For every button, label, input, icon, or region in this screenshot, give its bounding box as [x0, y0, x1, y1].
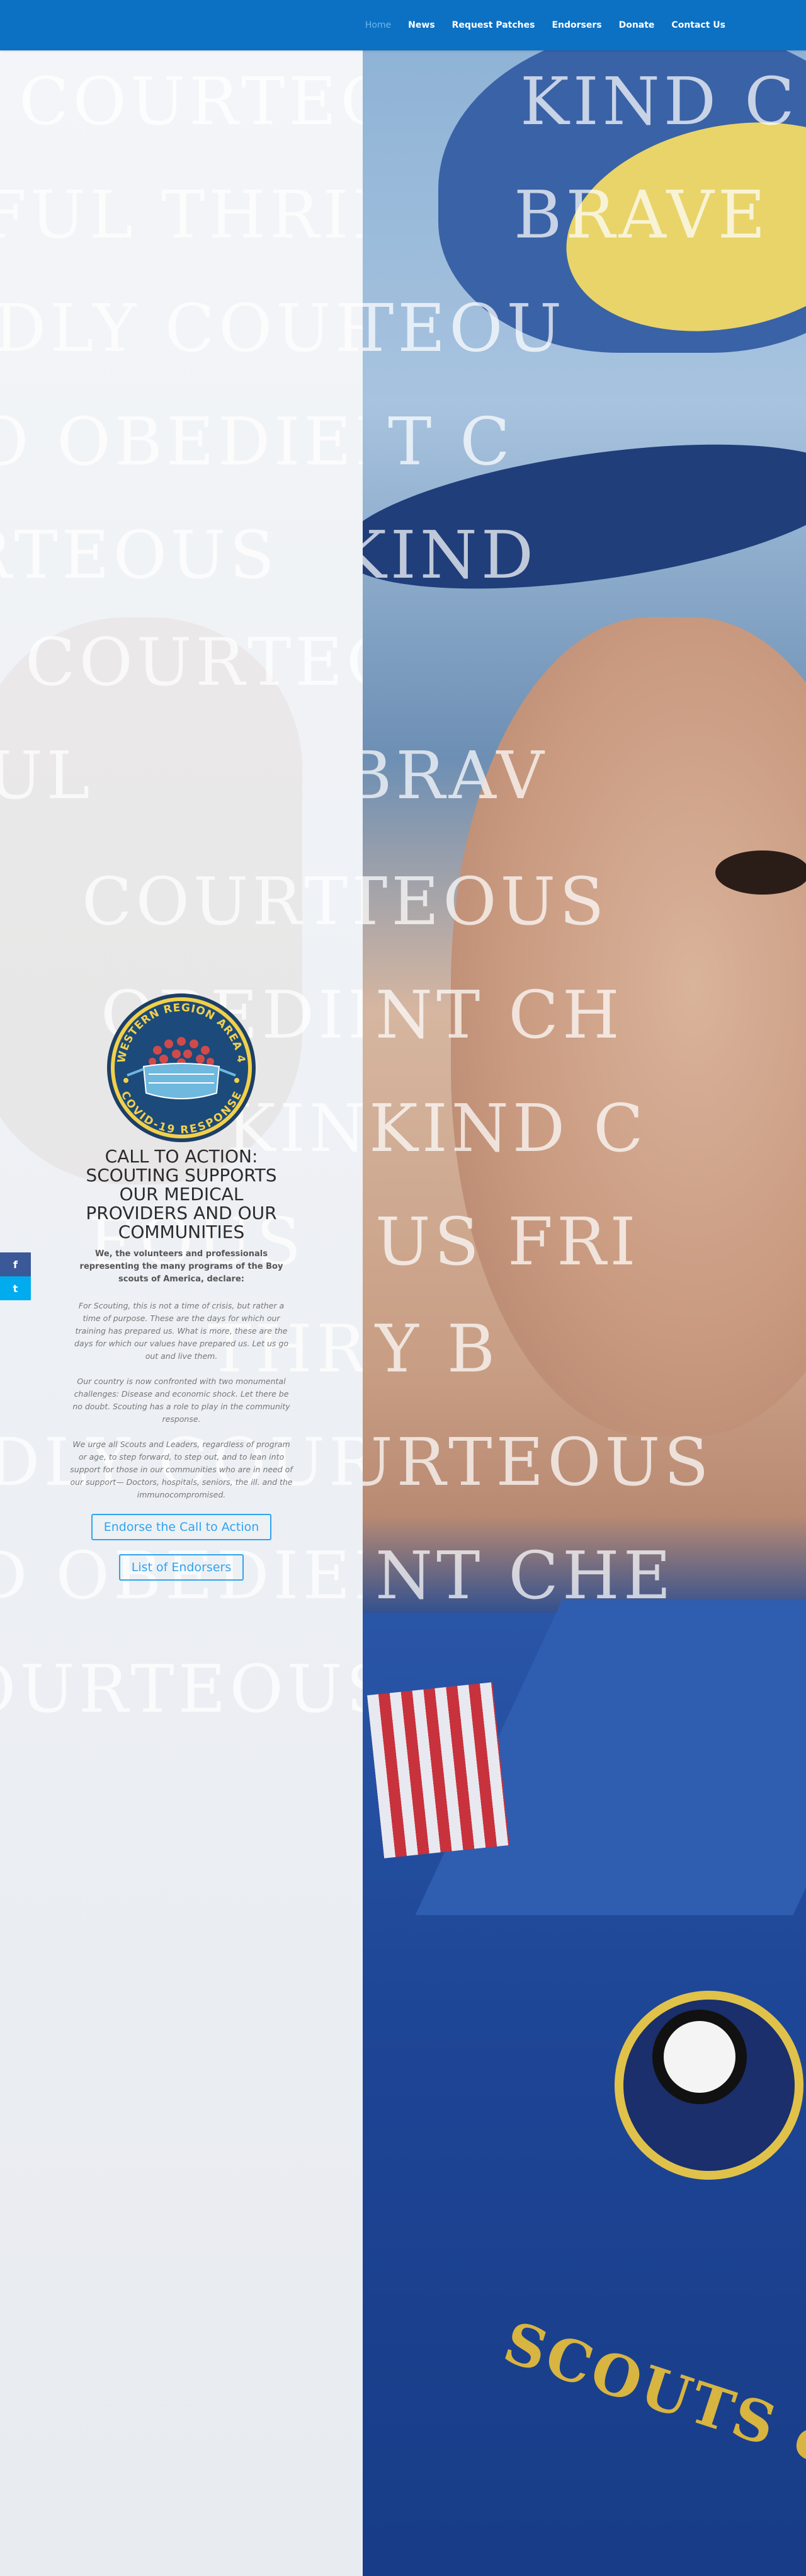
background-word: KIND C — [369, 1090, 647, 1167]
background-word: COURTEOUS — [19, 63, 363, 140]
background-word: BRAVE — [514, 176, 769, 253]
panda-face — [652, 2010, 747, 2104]
background-word: BRAV — [363, 737, 548, 814]
background-word: O OBEDIENT — [0, 403, 363, 480]
endorse-button[interactable]: Endorse the Call to Action — [91, 1514, 272, 1540]
background-word: Y B — [375, 1310, 499, 1387]
background-word: FUL THRIFTY — [0, 176, 363, 253]
hero-photo-scout: SCOUTS of AMERICA KIND C BRAVE TEOU T C … — [363, 50, 806, 2576]
site-header: Home News Request Patches Endorsers Dona… — [0, 0, 806, 50]
background-word: OURTEOUS — [0, 1651, 363, 1727]
background-word: TEOUS — [363, 863, 608, 940]
nav-request-patches[interactable]: Request Patches — [452, 20, 535, 30]
background-word: KIND — [363, 517, 538, 593]
background-word: T C — [388, 403, 514, 480]
nav-endorsers[interactable]: Endorsers — [552, 20, 601, 30]
background-word: KIND C — [520, 63, 798, 140]
background-word: COURTEO — [25, 624, 363, 701]
cta-lead: We, the volunteers and professionals rep… — [79, 1249, 283, 1284]
flag-patch — [366, 1682, 510, 1858]
social-share-rail: f t — [0, 1252, 31, 1300]
list-of-endorsers-button[interactable]: List of Endorsers — [118, 1554, 244, 1581]
cta-title: CALL TO ACTION: SCOUTING SUPPORTS OUR ME… — [86, 1146, 277, 1242]
nav-news[interactable]: News — [408, 20, 434, 30]
background-word: UL — [0, 737, 94, 814]
cta-paragraph-2: Our country is now confronted with two m… — [72, 1377, 290, 1424]
main-nav: Home News Request Patches Endorsers Dona… — [365, 0, 725, 50]
background-word: COURTEOUS — [82, 863, 363, 940]
call-to-action-section: WESTERN REGION AREA 4 COVID-19 RESPONSE … — [69, 992, 293, 1594]
nav-contact-us[interactable]: Contact Us — [671, 20, 725, 30]
eye-shape — [715, 850, 806, 895]
twitter-icon: t — [13, 1282, 18, 1295]
background-word: NT CHE — [375, 1537, 675, 1614]
background-word: RTEOUS — [0, 517, 278, 593]
background-word: US FRI — [375, 1203, 640, 1280]
background-word: DLY COURTEOUS — [0, 290, 363, 367]
nav-donate[interactable]: Donate — [619, 20, 655, 30]
background-word: TEOU — [363, 290, 566, 367]
facebook-share-button[interactable]: f — [0, 1252, 31, 1276]
covid-response-badge: WESTERN REGION AREA 4 COVID-19 RESPONSE — [107, 993, 256, 1142]
nav-home[interactable]: Home — [365, 20, 391, 30]
facebook-icon: f — [13, 1258, 18, 1271]
cta-paragraph-3: We urge all Scouts and Leaders, regardle… — [70, 1440, 293, 1499]
background-word: URTEOUS — [363, 1424, 713, 1501]
background-word: NT CH — [375, 976, 623, 1053]
twitter-share-button[interactable]: t — [0, 1276, 31, 1300]
cta-paragraph-1: For Scouting, this is not a time of cris… — [74, 1301, 288, 1361]
